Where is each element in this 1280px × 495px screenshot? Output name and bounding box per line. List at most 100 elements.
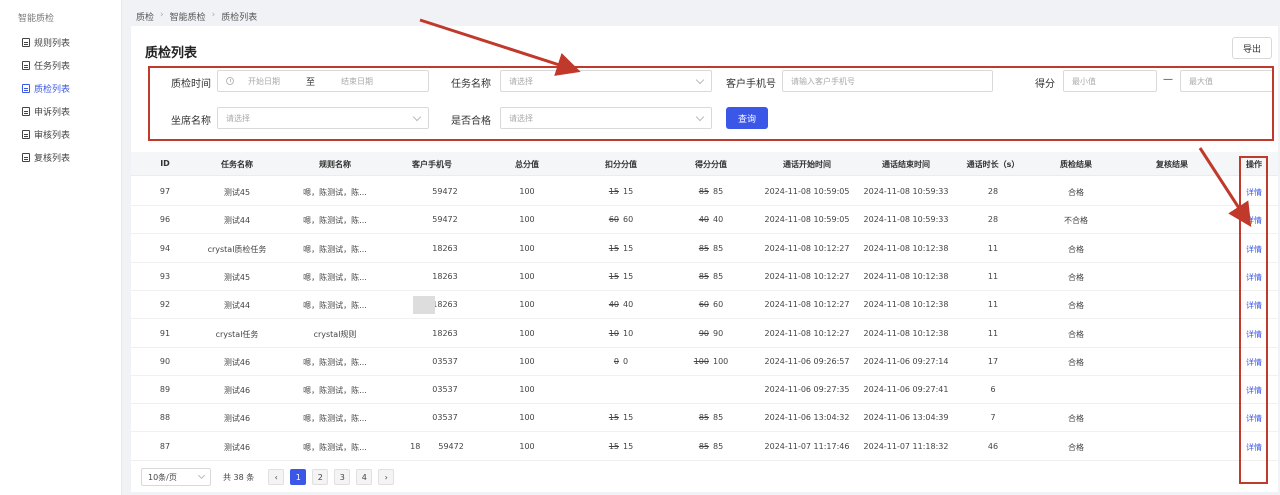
cell-rule: 嗯，陈测试，陈... (303, 244, 367, 254)
cell-rule: 嗯，陈测试，陈... (303, 414, 367, 424)
sidebar-item-inspections[interactable]: 质检列表 (22, 80, 70, 96)
sidebar-item-appeals[interactable]: 申诉列表 (22, 103, 70, 119)
cell-end: 2024-11-08 10:12:38 (863, 243, 949, 253)
next-page-button[interactable]: › (378, 469, 395, 485)
sidebar-item-label: 复核列表 (34, 153, 71, 164)
phone-value: 18263 (432, 271, 458, 281)
column-header: 得分分值 (695, 160, 727, 169)
page-title: 质检列表 (145, 46, 198, 61)
cell-id: 97 (159, 187, 171, 196)
breadcrumb-item[interactable]: 质检 (136, 10, 154, 23)
sidebar-item-label: 任务列表 (34, 61, 71, 72)
cell-phone: 18263 (432, 272, 457, 281)
sidebar-item-label: 规则列表 (34, 38, 71, 49)
document-icon (22, 106, 30, 116)
annotation-filter-highlight (148, 66, 1274, 141)
deduct-original-value: 15 (608, 187, 619, 196)
phone-value: 03537 (432, 413, 458, 423)
pagination: 10条/页 共 38 条 ‹ 1 2 3 4 › (141, 468, 400, 486)
cell-id: 89 (159, 385, 171, 395)
main-panel: 质检列表 导出 质检时间 开始日期 至 结束日期 任务名称 请选择 客户手机号 … (131, 26, 1278, 492)
score-value: 60 (713, 300, 724, 310)
cell-rule: 嗯，陈测试，陈... (303, 301, 367, 311)
cell-end: 2024-11-07 11:18:32 (863, 441, 949, 451)
cell-score (709, 385, 713, 394)
document-icon (22, 60, 30, 70)
cell-dur: 17 (987, 356, 999, 366)
cell-dur: 11 (987, 243, 999, 253)
cell-score: 40 40 (699, 215, 723, 224)
cell-total: 100 (519, 243, 535, 253)
cell-end: 2024-11-08 10:12:38 (863, 271, 949, 281)
cell-id: 87 (159, 441, 171, 451)
cell-task: 测试46 (223, 386, 251, 396)
page-button[interactable]: 1 (290, 469, 307, 485)
table-row: 91 crystal任务 crystal规则 18263 100 10 10 90 90 2024… (131, 320, 1278, 348)
phone-prefix: 18 (410, 441, 421, 451)
cell-phone: 03537 (432, 413, 457, 422)
sidebar-item-audits[interactable]: 审核列表 (22, 126, 70, 142)
cell-id: 92 (159, 300, 171, 310)
cell-score: 85 85 (699, 272, 723, 281)
score-original-value: 85 (698, 271, 709, 281)
score-value: 40 (713, 215, 724, 225)
column-header: 通话结束时间 (882, 160, 930, 169)
score-value: 100 (713, 356, 729, 366)
sidebar-item-rechecks[interactable]: 复核列表 (22, 149, 70, 165)
cell-total: 100 (519, 441, 535, 451)
total-count: 共 38 条 (223, 472, 255, 482)
deduct-original-value: 15 (608, 243, 619, 253)
cell-start: 2024-11-08 10:12:27 (764, 271, 850, 281)
chevron-right-icon: › (160, 10, 164, 20)
sidebar: 智能质检 规则列表 任务列表 质检列表 申诉列表 审核列表 复核列表 (0, 0, 122, 495)
table-row: 87 测试46 嗯，陈测试，陈... 18 59472 100 15 15 85 85 2024-1… (131, 433, 1278, 461)
table-row: 92 测试44 嗯，陈测试，陈... 18263 100 40 40 60 60 2024-11-… (131, 291, 1278, 320)
table-row: 93 测试45 嗯，陈测试，陈... 18263 100 15 15 85 85 2024-11-… (131, 263, 1278, 291)
cell-task: crystal质检任务 (207, 244, 267, 254)
cell-score: 85 85 (699, 413, 723, 422)
table-row: 97 测试45 嗯，陈测试，陈... 59472 100 15 15 85 85 2024-11-… (131, 178, 1278, 206)
score-original-value: 40 (698, 215, 709, 225)
cell-result: 不合格 (1064, 216, 1088, 226)
column-header: 任务名称 (221, 160, 253, 169)
cell-rule: crystal规则 (313, 329, 357, 339)
page-button[interactable]: 3 (334, 469, 351, 485)
deduct-value: 60 (623, 215, 634, 225)
redaction-block (413, 296, 435, 315)
phone-value: 03537 (432, 356, 458, 366)
deduct-original-value: 15 (608, 413, 619, 423)
score-value: 85 (713, 187, 724, 196)
sidebar-item-tasks[interactable]: 任务列表 (22, 57, 70, 73)
cell-deduct: 00 (614, 357, 628, 366)
breadcrumb-item[interactable]: 智能质检 (170, 10, 206, 23)
table-row: 96 测试44 嗯，陈测试，陈... 59472 100 60 60 40 40 2024-11-… (131, 206, 1278, 235)
document-icon (22, 152, 30, 162)
cell-result: 合格 (1068, 357, 1084, 367)
page-size-value: 10条/页 (148, 472, 177, 482)
sidebar-item-rules[interactable]: 规则列表 (22, 34, 70, 50)
cell-phone: 59472 (432, 215, 457, 224)
document-icon (22, 37, 30, 47)
cell-deduct: 40 40 (609, 300, 633, 309)
cell-phone: 18263 (432, 244, 457, 253)
table-row: 90 测试46 嗯，陈测试，陈... 03537 100 0 0 100 100 2024-11-… (131, 348, 1278, 376)
deduct-value: 10 (623, 328, 634, 338)
cell-start: 2024-11-06 09:27:35 (764, 385, 850, 395)
cell-deduct: 15 15 (609, 272, 633, 281)
score-original-value: 60 (698, 300, 709, 310)
cell-deduct: 15 15 (609, 244, 633, 253)
export-button[interactable]: 导出 (1232, 37, 1272, 59)
cell-score: 85 85 (699, 442, 723, 451)
cell-phone: 18263 (432, 329, 457, 338)
phone-value: 18263 (432, 300, 458, 310)
deduct-value: 40 (623, 300, 634, 310)
page-size-select[interactable]: 10条/页 (141, 468, 211, 486)
page-button[interactable]: 4 (356, 469, 373, 485)
cell-end: 2024-11-08 10:59:33 (863, 215, 949, 225)
page-button[interactable]: 2 (312, 469, 329, 485)
cell-end: 2024-11-08 10:59:33 (863, 187, 949, 196)
cell-deduct: 15 15 (609, 187, 633, 196)
prev-page-button[interactable]: ‹ (268, 469, 285, 485)
cell-score: 85 85 (699, 187, 723, 196)
deduct-value: 15 (623, 271, 634, 281)
